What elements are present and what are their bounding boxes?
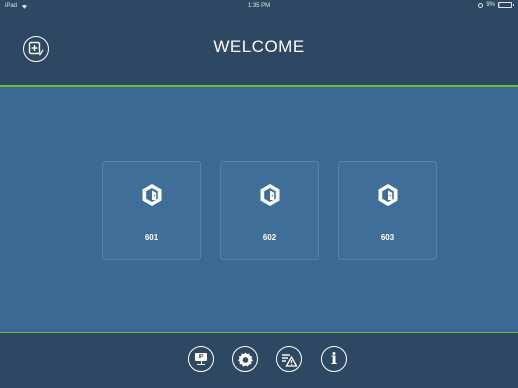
header: WELCOME [0,12,518,85]
battery-icon [498,2,514,8]
room-label: 603 [380,233,395,242]
status-right: 9% [478,2,514,8]
info-icon: i [330,349,338,368]
room-label: 601 [144,233,159,242]
room-card-602[interactable]: 602 [220,161,319,260]
ip-settings-button[interactable]: IP [188,346,214,372]
battery-fill [499,3,501,7]
footer-toolbar [0,333,518,388]
info-button[interactable]: i [321,346,347,372]
room-door-icon [260,184,279,206]
room-card-603[interactable]: 603 [338,161,437,260]
status-time: 1:35 PM [247,3,271,9]
room-door-icon [142,184,161,206]
alarm-list-icon [282,353,297,367]
alarm-log-button[interactable] [276,346,302,372]
ip-settings-icon: IP [195,353,207,365]
orientation-lock-icon [478,2,484,8]
room-door-icon [378,184,397,206]
gear-icon [237,351,253,366]
room-label: 602 [262,233,277,242]
page-title: WELCOME [213,37,305,56]
ip-base [197,364,205,365]
room-card-601[interactable]: 601 [102,161,201,260]
settings-button[interactable] [232,346,258,372]
ip-label: IP [195,353,207,361]
status-bar: iPad 1:35 PM 9% [0,0,518,12]
battery-percent: 9% [486,2,495,8]
